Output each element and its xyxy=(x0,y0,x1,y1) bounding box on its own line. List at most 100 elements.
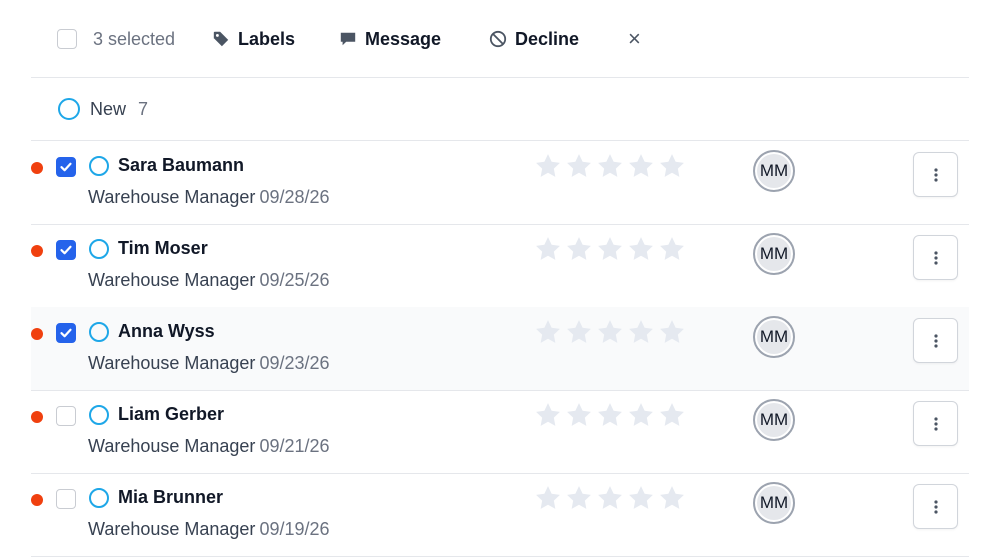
rating-stars[interactable] xyxy=(534,318,686,346)
status-ring-icon[interactable] xyxy=(89,156,109,176)
checkmark-icon xyxy=(60,328,72,338)
star-icon[interactable] xyxy=(565,318,593,346)
star-icon[interactable] xyxy=(596,235,624,263)
row-checkbox[interactable] xyxy=(56,240,76,260)
checkmark-icon xyxy=(60,245,72,255)
avatar[interactable]: MM xyxy=(753,150,795,192)
more-vertical-icon xyxy=(933,499,938,514)
star-icon[interactable] xyxy=(534,152,562,180)
candidate-job: Warehouse Manager xyxy=(88,353,256,373)
star-icon[interactable] xyxy=(534,484,562,512)
candidate-meta: Warehouse Manager 09/21/26 xyxy=(88,436,330,457)
status-ring-icon[interactable] xyxy=(89,239,109,259)
star-icon[interactable] xyxy=(627,235,655,263)
status-ring-icon[interactable] xyxy=(89,322,109,342)
more-vertical-icon xyxy=(933,250,938,265)
star-icon[interactable] xyxy=(596,152,624,180)
candidate-date: 09/25/26 xyxy=(259,270,330,290)
rating-stars[interactable] xyxy=(534,235,686,263)
more-actions-button[interactable] xyxy=(913,318,958,363)
candidate-date: 09/19/26 xyxy=(259,519,330,539)
star-icon[interactable] xyxy=(627,401,655,429)
star-icon[interactable] xyxy=(627,152,655,180)
candidate-row[interactable]: Sara Baumann Warehouse Manager 09/28/26 M… xyxy=(31,141,969,225)
rating-stars[interactable] xyxy=(534,484,686,512)
more-actions-button[interactable] xyxy=(913,401,958,446)
candidate-name[interactable]: Mia Brunner xyxy=(118,487,223,508)
star-icon[interactable] xyxy=(565,152,593,180)
star-icon[interactable] xyxy=(596,484,624,512)
star-icon[interactable] xyxy=(565,401,593,429)
candidate-meta: Warehouse Manager 09/23/26 xyxy=(88,353,330,374)
star-icon[interactable] xyxy=(565,484,593,512)
new-indicator-dot xyxy=(31,411,43,423)
select-all-checkbox[interactable] xyxy=(57,29,77,49)
row-checkbox[interactable] xyxy=(56,489,76,509)
star-icon[interactable] xyxy=(627,318,655,346)
candidate-row[interactable]: Liam Gerber Warehouse Manager 09/21/26 MM xyxy=(31,390,969,474)
avatar[interactable]: MM xyxy=(753,399,795,441)
more-actions-button[interactable] xyxy=(913,484,958,529)
new-indicator-dot xyxy=(31,245,43,257)
candidate-name[interactable]: Anna Wyss xyxy=(118,321,215,342)
more-vertical-icon xyxy=(933,416,938,431)
candidate-date: 09/23/26 xyxy=(259,353,330,373)
star-icon[interactable] xyxy=(658,318,686,346)
star-icon[interactable] xyxy=(534,401,562,429)
star-icon[interactable] xyxy=(596,401,624,429)
chat-bubble-icon xyxy=(340,32,356,46)
star-icon[interactable] xyxy=(658,152,686,180)
decline-button[interactable]: Decline xyxy=(489,29,579,50)
group-header-new[interactable]: New 7 xyxy=(31,78,969,141)
candidate-meta: Warehouse Manager 09/25/26 xyxy=(88,270,330,291)
new-indicator-dot xyxy=(31,328,43,340)
status-ring-icon[interactable] xyxy=(89,488,109,508)
candidate-meta: Warehouse Manager 09/19/26 xyxy=(88,519,330,540)
star-icon[interactable] xyxy=(565,235,593,263)
bulk-action-toolbar: 3 selected Labels Message Decline × xyxy=(31,0,969,78)
candidate-date: 09/21/26 xyxy=(259,436,330,456)
more-actions-button[interactable] xyxy=(913,235,958,280)
star-icon[interactable] xyxy=(596,318,624,346)
candidate-name[interactable]: Tim Moser xyxy=(118,238,208,259)
close-icon[interactable]: × xyxy=(628,26,641,52)
star-icon[interactable] xyxy=(658,401,686,429)
candidate-job: Warehouse Manager xyxy=(88,270,256,290)
candidate-name[interactable]: Sara Baumann xyxy=(118,155,244,176)
candidate-job: Warehouse Manager xyxy=(88,436,256,456)
rating-stars[interactable] xyxy=(534,401,686,429)
star-icon[interactable] xyxy=(534,318,562,346)
group-count: 7 xyxy=(138,98,149,119)
more-vertical-icon xyxy=(933,167,938,182)
avatar[interactable]: MM xyxy=(753,233,795,275)
star-icon[interactable] xyxy=(658,235,686,263)
candidate-meta: Warehouse Manager 09/28/26 xyxy=(88,187,330,208)
decline-button-label: Decline xyxy=(515,28,580,49)
star-icon[interactable] xyxy=(658,484,686,512)
candidate-job: Warehouse Manager xyxy=(88,187,256,207)
labels-button-label: Labels xyxy=(238,28,296,49)
tag-icon xyxy=(213,31,229,47)
star-icon[interactable] xyxy=(534,235,562,263)
candidate-row[interactable]: Mia Brunner Warehouse Manager 09/19/26 MM xyxy=(31,473,969,557)
row-checkbox[interactable] xyxy=(56,323,76,343)
candidate-row[interactable]: Tim Moser Warehouse Manager 09/25/26 MM xyxy=(31,224,969,308)
candidate-name[interactable]: Liam Gerber xyxy=(118,404,224,425)
star-icon[interactable] xyxy=(627,484,655,512)
more-vertical-icon xyxy=(933,333,938,348)
more-actions-button[interactable] xyxy=(913,152,958,197)
message-button[interactable]: Message xyxy=(339,29,441,50)
avatar[interactable]: MM xyxy=(753,316,795,358)
rating-stars[interactable] xyxy=(534,152,686,180)
row-checkbox[interactable] xyxy=(56,406,76,426)
candidate-row[interactable]: Anna Wyss Warehouse Manager 09/23/26 MM xyxy=(31,307,969,391)
labels-button[interactable]: Labels xyxy=(212,29,295,50)
new-indicator-dot xyxy=(31,162,43,174)
avatar[interactable]: MM xyxy=(753,482,795,524)
status-ring-icon xyxy=(58,98,80,120)
candidate-job: Warehouse Manager xyxy=(88,519,256,539)
row-checkbox[interactable] xyxy=(56,157,76,177)
status-ring-icon[interactable] xyxy=(89,405,109,425)
ban-icon xyxy=(489,30,507,48)
selected-count-label: 3 selected xyxy=(93,28,176,49)
